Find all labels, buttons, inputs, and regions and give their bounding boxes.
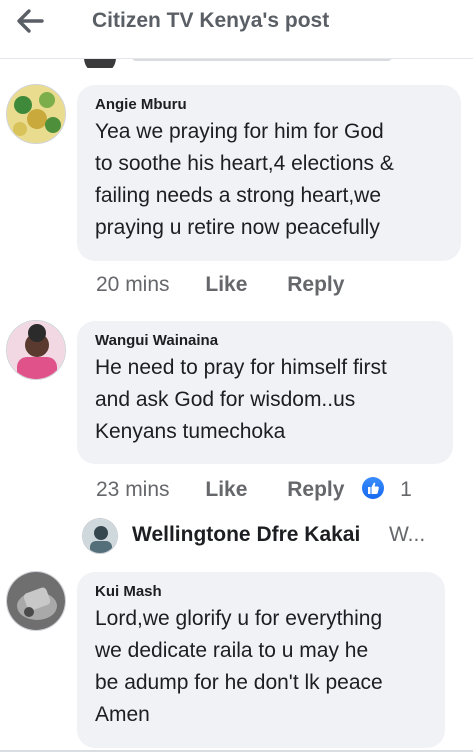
divider [0, 750, 473, 752]
comment-author[interactable]: Kui Mash [95, 583, 429, 600]
thumbs-up-icon[interactable] [362, 477, 385, 499]
avatar [84, 58, 116, 68]
like-button[interactable]: Like [205, 478, 247, 502]
comment-text: He need to pray for himself first and as… [95, 352, 437, 448]
comment-line: to soothe his heart,4 elections & [95, 152, 394, 175]
avatar-angie-mburu[interactable] [6, 84, 66, 144]
reaction-count[interactable]: 1 [400, 478, 412, 502]
comment-bubble[interactable]: Kui Mash Lord,we glorify u for everythin… [77, 572, 445, 748]
comment-line: we dedicate raila to u may he [95, 639, 369, 662]
comment-bubble[interactable]: Angie Mburu Yea we praying for him for G… [77, 85, 461, 261]
avatar-image [7, 321, 65, 379]
comment-time: 23 mins [96, 478, 170, 501]
comment-line: Kenyans tumechoka [95, 420, 286, 443]
avatar-wangui-wainaina[interactable] [6, 320, 66, 380]
comment-author[interactable]: Angie Mburu [95, 96, 445, 113]
comment-line: be adump for he don't lk peace [95, 671, 383, 694]
avatar-kui-mash[interactable] [6, 571, 66, 631]
back-button[interactable] [16, 8, 44, 34]
comment-line: praying u retire now peacefully [95, 216, 380, 239]
page-title: Citizen TV Kenya's post [92, 9, 330, 32]
comment-line: failing needs a strong heart,we [95, 184, 382, 207]
comment-time: 20 mins [96, 273, 170, 296]
like-button[interactable]: Like [205, 273, 247, 297]
comment-line: and ask God for wisdom..us [95, 388, 356, 411]
reply-snippet: W... [389, 523, 426, 546]
comment-line: He need to pray for himself first [95, 356, 387, 379]
avatar-image [7, 85, 65, 143]
top-bar: Citizen TV Kenya's post [0, 0, 473, 59]
comment-actions: 20 mins Like Reply [96, 273, 344, 297]
comment-text: Yea we praying for him for God to soothe… [95, 116, 445, 244]
comment-text: Lord,we glorify u for everything we dedi… [95, 603, 429, 731]
comment-line: Yea we praying for him for God [95, 120, 384, 143]
reply-button[interactable]: Reply [287, 478, 344, 502]
reply-button[interactable]: Reply [287, 273, 344, 297]
comment-actions: 23 mins Like Reply 1 [96, 477, 412, 502]
comment-bubble[interactable]: Wangui Wainaina He need to pray for hims… [77, 321, 453, 464]
avatar-wellingtone[interactable] [82, 518, 118, 554]
reply-author[interactable]: Wellingtone Dfre Kakai [132, 523, 360, 547]
avatar-image [7, 572, 65, 630]
arrow-left-icon [17, 9, 44, 33]
previous-comment-peek [0, 58, 473, 68]
comment-line: Lord,we glorify u for everything [95, 607, 383, 630]
avatar-image [83, 519, 117, 553]
comment-line: Amen [95, 703, 150, 726]
comment-author[interactable]: Wangui Wainaina [95, 332, 437, 349]
